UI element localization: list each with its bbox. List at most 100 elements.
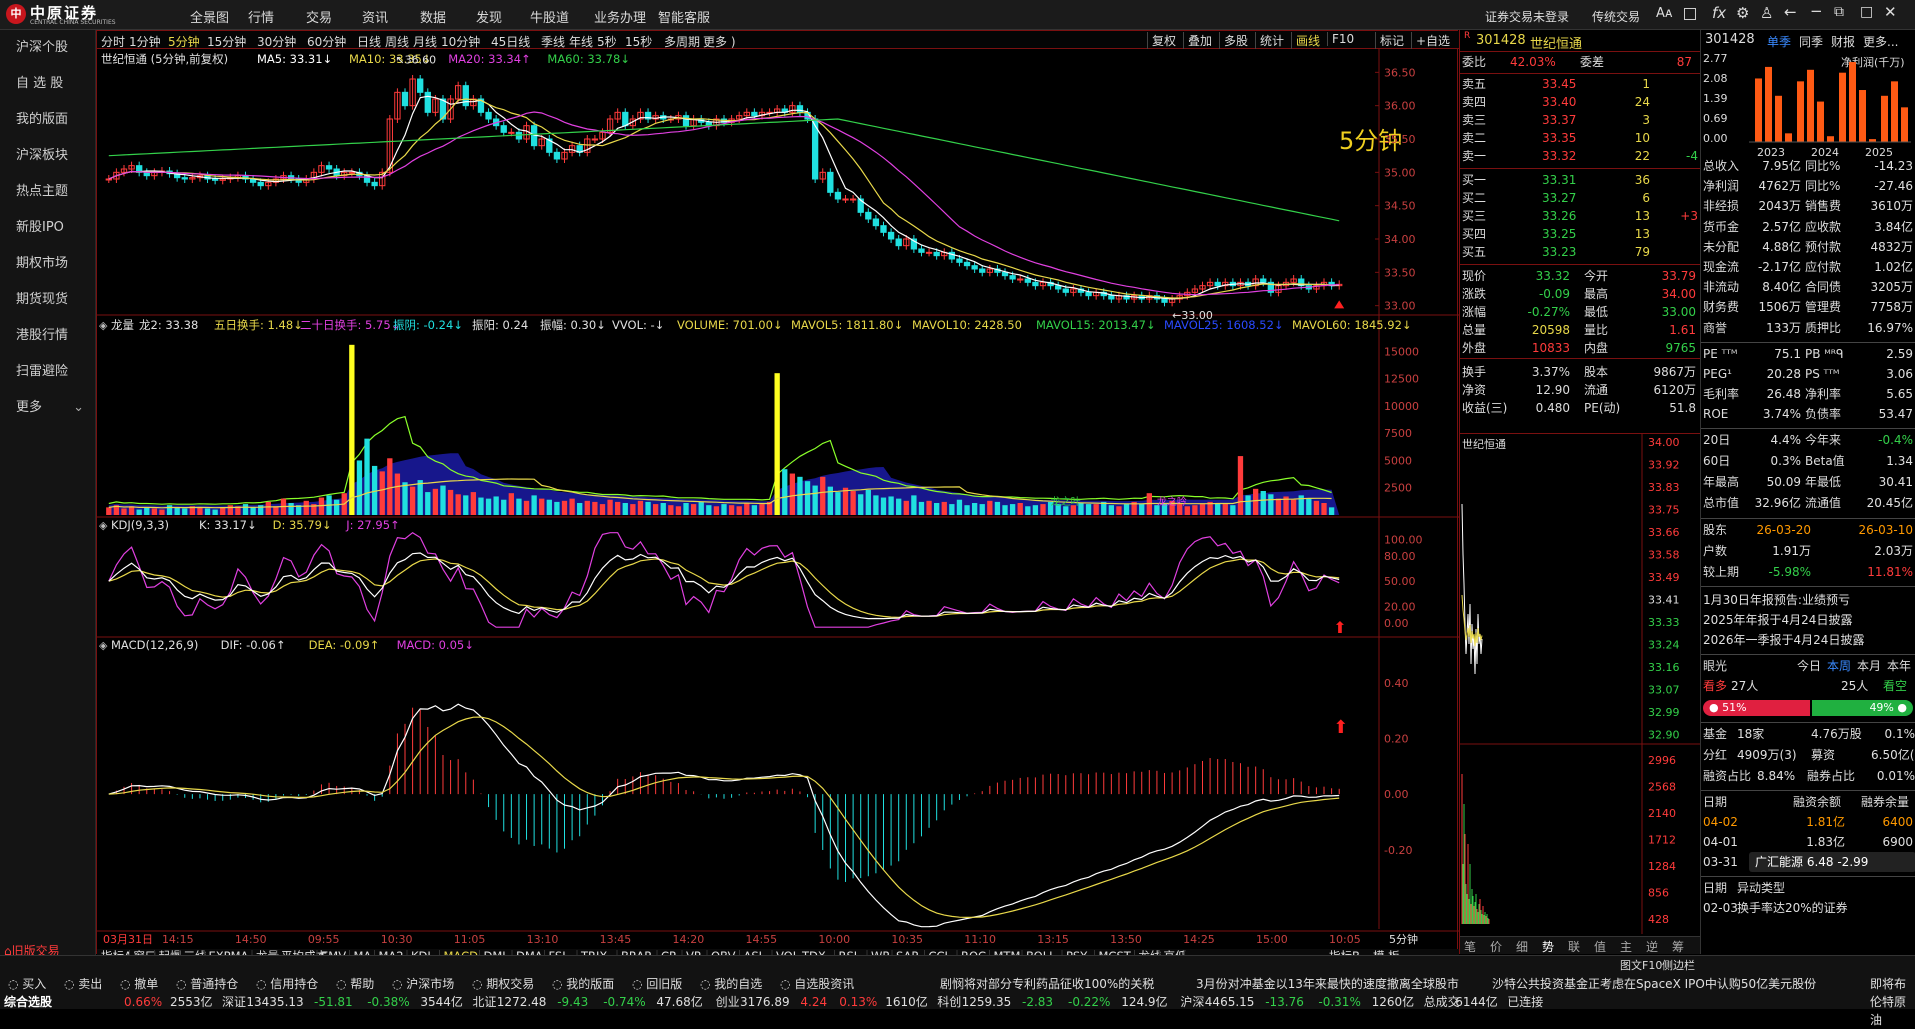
sidebar-item[interactable]: 更多 ⌄ xyxy=(0,390,96,426)
period-tab[interactable]: 周线 xyxy=(385,33,409,50)
chart-canvas[interactable]: 世纪恒通 (5分钟,前复权) MA5: 33.31↓ MA10: 33.35↓ MA2… xyxy=(97,49,1459,955)
nav-item[interactable]: 交易 xyxy=(306,7,332,26)
bottom-tab[interactable]: ◌ 自选股资讯 xyxy=(780,975,854,993)
f10-tab[interactable]: 单季 xyxy=(1767,33,1791,50)
announcement-note[interactable]: 2025年年报于4月24日披露 xyxy=(1703,612,1852,629)
bottom-tab[interactable]: ◌ 撤单 xyxy=(120,975,158,993)
bottom-tab[interactable]: ◌ 买入 xyxy=(8,975,46,993)
bottom-tab[interactable]: ◌ 卖出 xyxy=(64,975,102,993)
nav-item[interactable]: 发现 xyxy=(476,7,502,26)
f10-toggle[interactable]: 侧边栏 xyxy=(1662,957,1695,973)
chart-tool-button[interactable]: 叠加 xyxy=(1183,32,1212,49)
chart-tool-button[interactable]: 标记 xyxy=(1375,32,1404,49)
sidebar-item[interactable]: 热点主题 xyxy=(0,174,96,210)
bottom-tab[interactable]: ◌ 普通持仓 xyxy=(176,975,238,993)
maximize-icon[interactable]: □ xyxy=(1860,4,1873,20)
chart-tool-button[interactable]: 多股 xyxy=(1219,32,1248,49)
detail-tab[interactable]: 价 xyxy=(1490,938,1502,955)
sidebar-item[interactable]: 沪深个股 xyxy=(0,30,96,66)
nav-item[interactable]: 牛股道 xyxy=(530,7,569,26)
popup-ticker[interactable]: 广汇能源 6.48 -2.99 xyxy=(1749,852,1915,872)
news-ticker[interactable]: 沙特公共投资基金正考虑在SpaceX IPO中认购50亿美元股份 xyxy=(1492,975,1816,993)
period-tab[interactable]: 月线 xyxy=(413,33,437,50)
kline-chart-area[interactable]: 分时 1分钟 5分钟 15分钟 30分钟 60分钟 日线 周线 月线 10分钟 45日线 季线 年线 5秒… xyxy=(96,30,1476,955)
period-tab[interactable]: 5分钟 xyxy=(168,33,200,50)
news-ticker[interactable]: 剧悯将对部分专利药品征收100%的关税 xyxy=(940,975,1154,993)
bottom-tab[interactable]: ◌ 沪深市场 xyxy=(392,975,454,993)
eye-tab[interactable]: 本月 xyxy=(1857,658,1881,675)
period-tab[interactable]: 15分钟 xyxy=(207,33,246,50)
chart-tool-button[interactable]: F10 xyxy=(1327,32,1354,46)
chart-tool-button[interactable]: 画线 xyxy=(1291,32,1320,49)
bottom-tab[interactable]: ◌ 期权交易 xyxy=(472,975,534,993)
sidebar-item[interactable]: 沪深板块 xyxy=(0,138,96,174)
restore-icon[interactable]: ⧉ xyxy=(1834,4,1844,20)
f10-tab[interactable]: 财报 xyxy=(1831,33,1855,50)
period-tab[interactable]: 季线 xyxy=(541,33,565,50)
nav-item[interactable]: 业务办理 xyxy=(594,7,646,26)
eye-tab[interactable]: 本周 xyxy=(1827,658,1851,675)
detail-tab[interactable]: 筹 xyxy=(1672,938,1684,955)
period-tab[interactable]: 多周期 xyxy=(664,33,700,50)
brand-logo[interactable]: 中 中原证券 CENTRAL CHINA SECURITIES xyxy=(6,3,124,27)
shirt-icon[interactable]: ♙ xyxy=(1760,4,1773,22)
minimize-icon[interactable]: − xyxy=(1810,2,1823,20)
detail-tab[interactable]: 联 xyxy=(1568,938,1580,955)
period-tab[interactable]: 分时 xyxy=(101,33,125,50)
back-icon[interactable]: ← xyxy=(1784,3,1797,21)
announcement-note[interactable]: 1月30日年报预告:业绩预亏 xyxy=(1703,592,1850,609)
bottom-tab[interactable]: ◌ 帮助 xyxy=(336,975,374,993)
chart-tool-button[interactable]: 复权 xyxy=(1147,32,1176,49)
period-tab[interactable]: 45日线 xyxy=(491,33,530,50)
bottom-tab[interactable]: ◌ 我的版面 xyxy=(552,975,614,993)
detail-tab[interactable]: 笔 xyxy=(1464,938,1476,955)
sidebar-item[interactable]: 扫雷避险 xyxy=(0,354,96,390)
period-tab[interactable]: 10分钟 xyxy=(441,33,480,50)
detail-tab[interactable]: 势 xyxy=(1542,938,1554,955)
font-size-icon[interactable]: Aᴀ xyxy=(1656,6,1673,21)
sidebar-item[interactable]: 期货现货 xyxy=(0,282,96,318)
news-ticker[interactable]: 即将布伦特原油 xyxy=(1870,975,1915,1027)
nav-item[interactable]: 智能客服 xyxy=(658,7,710,26)
period-tab[interactable]: 1分钟 xyxy=(129,33,161,50)
bottom-tab[interactable]: ◌ 信用持仓 xyxy=(256,975,318,993)
bottom-tab[interactable]: ◌ 回旧版 xyxy=(632,975,682,993)
sidebar-item[interactable]: 我的版面 xyxy=(0,102,96,138)
detail-tab[interactable]: 主 xyxy=(1620,938,1632,955)
nav-item[interactable]: 资讯 xyxy=(362,7,388,26)
sidebar-item[interactable]: 自 选 股 xyxy=(0,66,96,102)
period-tab[interactable]: 日线 xyxy=(357,33,381,50)
f10-tab[interactable]: 同季 xyxy=(1799,33,1823,50)
sidebar-item[interactable]: 期权市场 xyxy=(0,246,96,282)
nav-item[interactable]: 数据 xyxy=(420,7,446,26)
comp-select[interactable]: 综合选股 xyxy=(4,993,52,1011)
detail-tab[interactable]: 值 xyxy=(1594,938,1606,955)
period-tab[interactable]: 60分钟 xyxy=(307,33,346,50)
trade-mode[interactable]: 传统交易 xyxy=(1592,8,1640,25)
sidebar-item[interactable]: 新股IPO xyxy=(0,210,96,246)
nav-item[interactable]: 全景图 xyxy=(190,7,229,26)
eye-tab[interactable]: 本年 xyxy=(1887,658,1911,675)
period-tab[interactable]: 30分钟 xyxy=(257,33,296,50)
close-icon[interactable]: ✕ xyxy=(1884,3,1897,21)
detail-tab[interactable]: 逆 xyxy=(1646,938,1658,955)
chart-tool-button[interactable]: 统计 xyxy=(1255,32,1284,49)
trade-login-status[interactable]: 证券交易未登录 xyxy=(1485,8,1569,25)
period-tab[interactable]: 15秒 xyxy=(625,33,652,50)
sidebar-item[interactable]: 港股行情 xyxy=(0,318,96,354)
intraday-mini-chart[interactable]: 34.00 33.92 33.83 33.75 33.66 33.58 33.49 33.41… xyxy=(1460,434,1700,954)
chart-tool-button[interactable]: +自选 xyxy=(1411,32,1450,49)
bottom-tab[interactable]: ◌ 我的自选 xyxy=(700,975,762,993)
period-tab[interactable]: 更多 ) xyxy=(703,33,736,50)
grid-icon[interactable] xyxy=(1684,8,1696,20)
f10-tab[interactable]: 更多... xyxy=(1863,33,1898,50)
announcement-note[interactable]: 2026年一季报于4月24日披露 xyxy=(1703,632,1864,649)
news-ticker[interactable]: 3月份对冲基金以13年来最快的速度撤离全球股市 xyxy=(1196,975,1459,993)
nav-item[interactable]: 行情 xyxy=(248,7,274,26)
period-tab[interactable]: 年线 xyxy=(569,33,593,50)
fx-icon[interactable]: fx xyxy=(1712,4,1726,22)
period-tab[interactable]: 5秒 xyxy=(597,33,617,50)
eye-tab[interactable]: 今日 xyxy=(1797,658,1821,675)
detail-tab[interactable]: 细 xyxy=(1516,938,1528,955)
f10-toggle[interactable]: 图文F10 xyxy=(1620,957,1662,973)
